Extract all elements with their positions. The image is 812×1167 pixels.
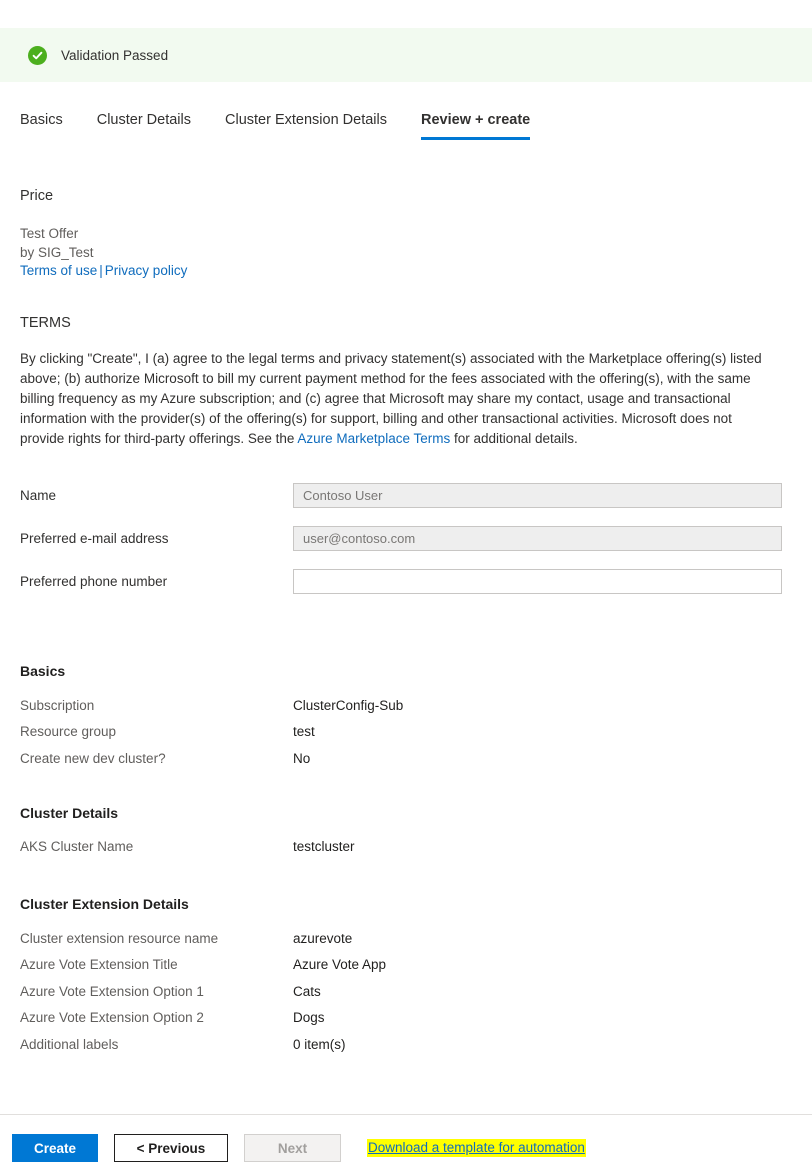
table-row: AKS Cluster Name testcluster [20,834,792,861]
create-button[interactable]: Create [12,1134,98,1162]
row-key: Cluster extension resource name [20,930,219,946]
cluster-extension-details-heading: Cluster Extension Details [20,896,189,912]
table-row: Azure Vote Extension Option 1 Cats [20,978,792,1005]
previous-button[interactable]: < Previous [114,1134,228,1162]
validation-banner: Validation Passed [0,28,812,82]
terms-heading: TERMS [20,315,71,331]
tab-basics[interactable]: Basics [20,112,63,140]
terms-body: By clicking "Create", I (a) agree to the… [20,349,766,449]
price-heading: Price [20,188,54,204]
terms-body-part2: for additional details. [450,431,578,446]
summary-section-basics: Basics Subscription ClusterConfig-Sub Re… [20,663,792,772]
row-key: Azure Vote Extension Option 1 [20,983,204,999]
row-key: Subscription [20,697,95,713]
validation-message: Validation Passed [61,47,169,63]
offer-name: Test Offer [20,226,79,241]
table-row: Create new dev cluster? No [20,745,792,772]
row-key: AKS Cluster Name [20,839,134,855]
phone-label: Preferred phone number [20,574,168,589]
contact-form: Name Preferred e-mail address Preferred … [20,474,792,603]
cluster-details-heading: Cluster Details [20,804,119,821]
phone-input[interactable] [293,569,782,594]
row-value: Cats [293,983,321,999]
row-key: Additional labels [20,1036,119,1052]
table-row: Cluster extension resource name azurevot… [20,925,792,952]
privacy-policy-link[interactable]: Privacy policy [105,263,188,278]
tab-cluster-extension-details[interactable]: Cluster Extension Details [225,112,387,140]
form-row-phone: Preferred phone number [20,560,792,603]
row-value: Dogs [293,1010,325,1026]
row-key: Create new dev cluster? [20,750,166,766]
row-value: No [293,750,311,766]
row-value: 0 item(s) [293,1036,346,1052]
table-row: Resource group test [20,719,792,746]
row-key: Resource group [20,724,117,740]
tab-cluster-details[interactable]: Cluster Details [97,112,191,140]
footer-actions: Create < Previous Next Download a templa… [12,1134,586,1162]
wizard-tabs: Basics Cluster Details Cluster Extension… [20,112,564,140]
table-row: Additional labels 0 item(s) [20,1031,792,1058]
next-button: Next [244,1134,341,1162]
name-label: Name [20,488,57,503]
row-value: ClusterConfig-Sub [293,697,404,713]
email-input[interactable] [293,526,782,551]
row-key: Azure Vote Extension Option 2 [20,1010,204,1026]
review-create-content: Price Test Offer by SIG_Test Terms of us… [20,188,792,1058]
download-template-link[interactable]: Download a template for automation [367,1139,586,1157]
email-label: Preferred e-mail address [20,531,169,546]
row-value: Azure Vote App [293,957,387,973]
check-circle-icon [28,45,47,65]
row-key: Azure Vote Extension Title [20,957,178,973]
name-input[interactable] [293,483,782,508]
row-value: testcluster [293,839,355,855]
table-row: Azure Vote Extension Title Azure Vote Ap… [20,952,792,979]
footer-divider [0,1114,812,1115]
form-row-name: Name [20,474,792,517]
terms-of-use-link[interactable]: Terms of use [20,263,97,278]
offer-links: Terms of use | Privacy policy [20,263,792,278]
row-value: azurevote [293,930,353,946]
table-row: Subscription ClusterConfig-Sub [20,692,792,719]
azure-marketplace-terms-link[interactable]: Azure Marketplace Terms [297,431,450,446]
form-row-email: Preferred e-mail address [20,517,792,560]
tab-review-create[interactable]: Review + create [421,112,531,140]
summary-section-cluster-extension-details: Cluster Extension Details Cluster extens… [20,896,792,1058]
basics-heading: Basics [20,663,66,679]
summary-section-cluster-details: Cluster Details AKS Cluster Name testclu… [20,805,792,861]
offer-publisher: by SIG_Test [20,245,94,260]
row-value: test [293,724,315,740]
link-separator: | [99,263,103,278]
table-row: Azure Vote Extension Option 2 Dogs [20,1005,792,1032]
